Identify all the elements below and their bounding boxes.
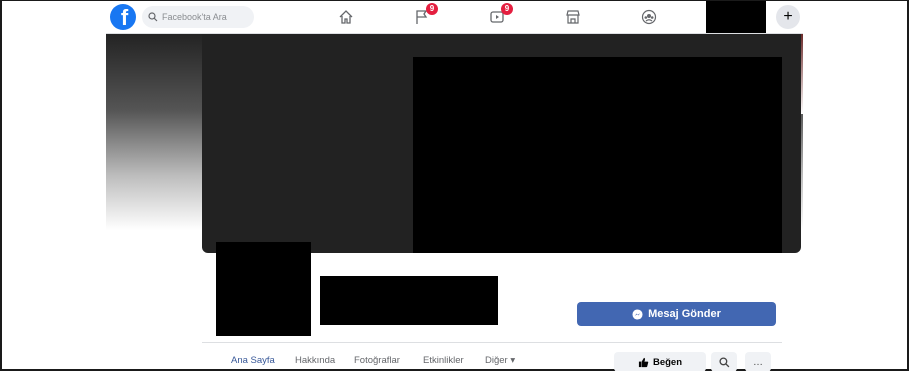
video-icon[interactable]: 9 bbox=[487, 3, 513, 27]
redacted-profile-shortcut[interactable] bbox=[706, 1, 766, 33]
create-plus-button[interactable]: + bbox=[776, 5, 800, 29]
redacted-profile-picture[interactable] bbox=[216, 242, 311, 336]
more-options-label: … bbox=[753, 356, 763, 368]
flag-icon[interactable]: 9 bbox=[412, 3, 438, 27]
like-label: Beğen bbox=[652, 356, 683, 368]
tab-about[interactable]: Hakkında bbox=[295, 355, 335, 366]
groups-icon[interactable] bbox=[639, 7, 659, 27]
video-notification-badge: 9 bbox=[501, 3, 513, 15]
marketplace-icon[interactable] bbox=[563, 7, 583, 27]
home-icon[interactable] bbox=[336, 7, 356, 27]
tabs-divider bbox=[202, 342, 782, 343]
send-message-button[interactable]: Mesaj Gönder bbox=[577, 302, 776, 326]
like-button[interactable]: Beğen bbox=[614, 352, 706, 371]
search-icon bbox=[148, 12, 158, 22]
search-input[interactable] bbox=[162, 12, 252, 22]
messenger-icon bbox=[632, 308, 643, 320]
more-options-button[interactable]: … bbox=[745, 352, 771, 371]
tab-home[interactable]: Ana Sayfa bbox=[231, 355, 275, 366]
send-message-label: Mesaj Gönder bbox=[648, 308, 721, 320]
tab-events[interactable]: Etkinlikler bbox=[423, 355, 464, 366]
facebook-logo[interactable]: f bbox=[110, 4, 136, 30]
thumbs-up-icon bbox=[638, 357, 649, 367]
top-navigation-bar: f 9 9 bbox=[106, 1, 803, 34]
page-search-button[interactable] bbox=[711, 352, 737, 371]
flag-notification-badge: 9 bbox=[426, 3, 438, 15]
search-box[interactable] bbox=[142, 6, 254, 28]
tab-more[interactable]: Diğer ▾ bbox=[485, 355, 515, 366]
redacted-cover-image bbox=[413, 57, 782, 253]
tab-photos[interactable]: Fotoğraflar bbox=[354, 355, 400, 366]
redacted-page-name bbox=[320, 276, 498, 325]
search-icon bbox=[718, 356, 729, 367]
